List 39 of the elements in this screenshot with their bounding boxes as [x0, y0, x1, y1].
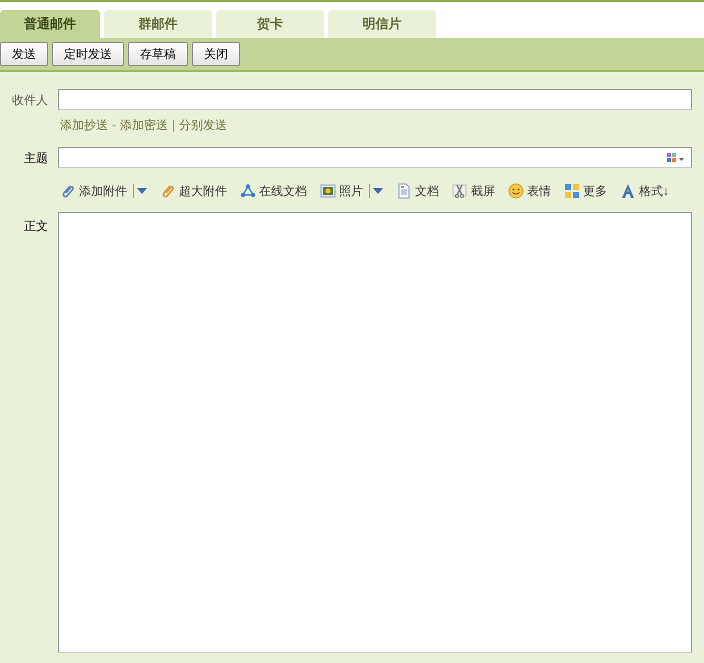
- separator: |: [172, 117, 176, 134]
- smiley-icon: [508, 183, 524, 199]
- field-label: 主题: [23, 150, 49, 166]
- mail-type-tab[interactable]: 明信片: [328, 10, 436, 38]
- recipient-field[interactable]: [58, 89, 692, 110]
- field-label: 正文: [23, 218, 49, 235]
- color-grid-icon[interactable]: [667, 153, 685, 162]
- insert-button[interactable]: 截屏: [471, 182, 495, 200]
- paperclip-icon: [60, 183, 76, 199]
- toolbar-button[interactable]: 存草稿: [128, 42, 188, 66]
- paperclip-icon: [160, 183, 176, 199]
- letter-a-icon: [620, 183, 636, 199]
- dropdown-icon[interactable]: [373, 188, 383, 194]
- add-link[interactable]: 分别发送: [179, 116, 228, 134]
- insert-button[interactable]: 表情: [527, 182, 551, 200]
- mail-type-tab[interactable]: 普通邮件: [0, 10, 100, 38]
- insert-button[interactable]: 超大附件: [179, 182, 227, 200]
- insert-button[interactable]: 文档: [415, 182, 439, 200]
- document-icon: [396, 183, 412, 199]
- insert-button[interactable]: 照片: [339, 182, 363, 200]
- insert-button[interactable]: 添加附件: [79, 182, 127, 200]
- add-link[interactable]: 添加密送: [120, 116, 168, 134]
- toolbar-button[interactable]: 关闭: [192, 42, 240, 66]
- insert-button[interactable]: 在线文档: [259, 182, 307, 200]
- insert-button[interactable]: 更多: [583, 182, 607, 200]
- add-link[interactable]: 添加抄送: [60, 116, 108, 134]
- separator: -: [112, 117, 116, 134]
- scissors-icon: [452, 183, 468, 199]
- field-label: 收件人: [11, 92, 49, 108]
- toolbar-button[interactable]: 定时发送: [52, 42, 124, 66]
- photo-icon: [320, 183, 336, 199]
- toolbar-button[interactable]: 发送: [0, 42, 48, 66]
- insert-button[interactable]: 格式↓: [639, 182, 669, 200]
- grid-icon: [564, 183, 580, 199]
- dropdown-icon[interactable]: [137, 188, 147, 194]
- subject-field[interactable]: [58, 147, 692, 168]
- mail-type-tab[interactable]: 贺卡: [216, 10, 324, 38]
- share-icon: [240, 183, 256, 199]
- mail-type-tab[interactable]: 群邮件: [104, 10, 212, 38]
